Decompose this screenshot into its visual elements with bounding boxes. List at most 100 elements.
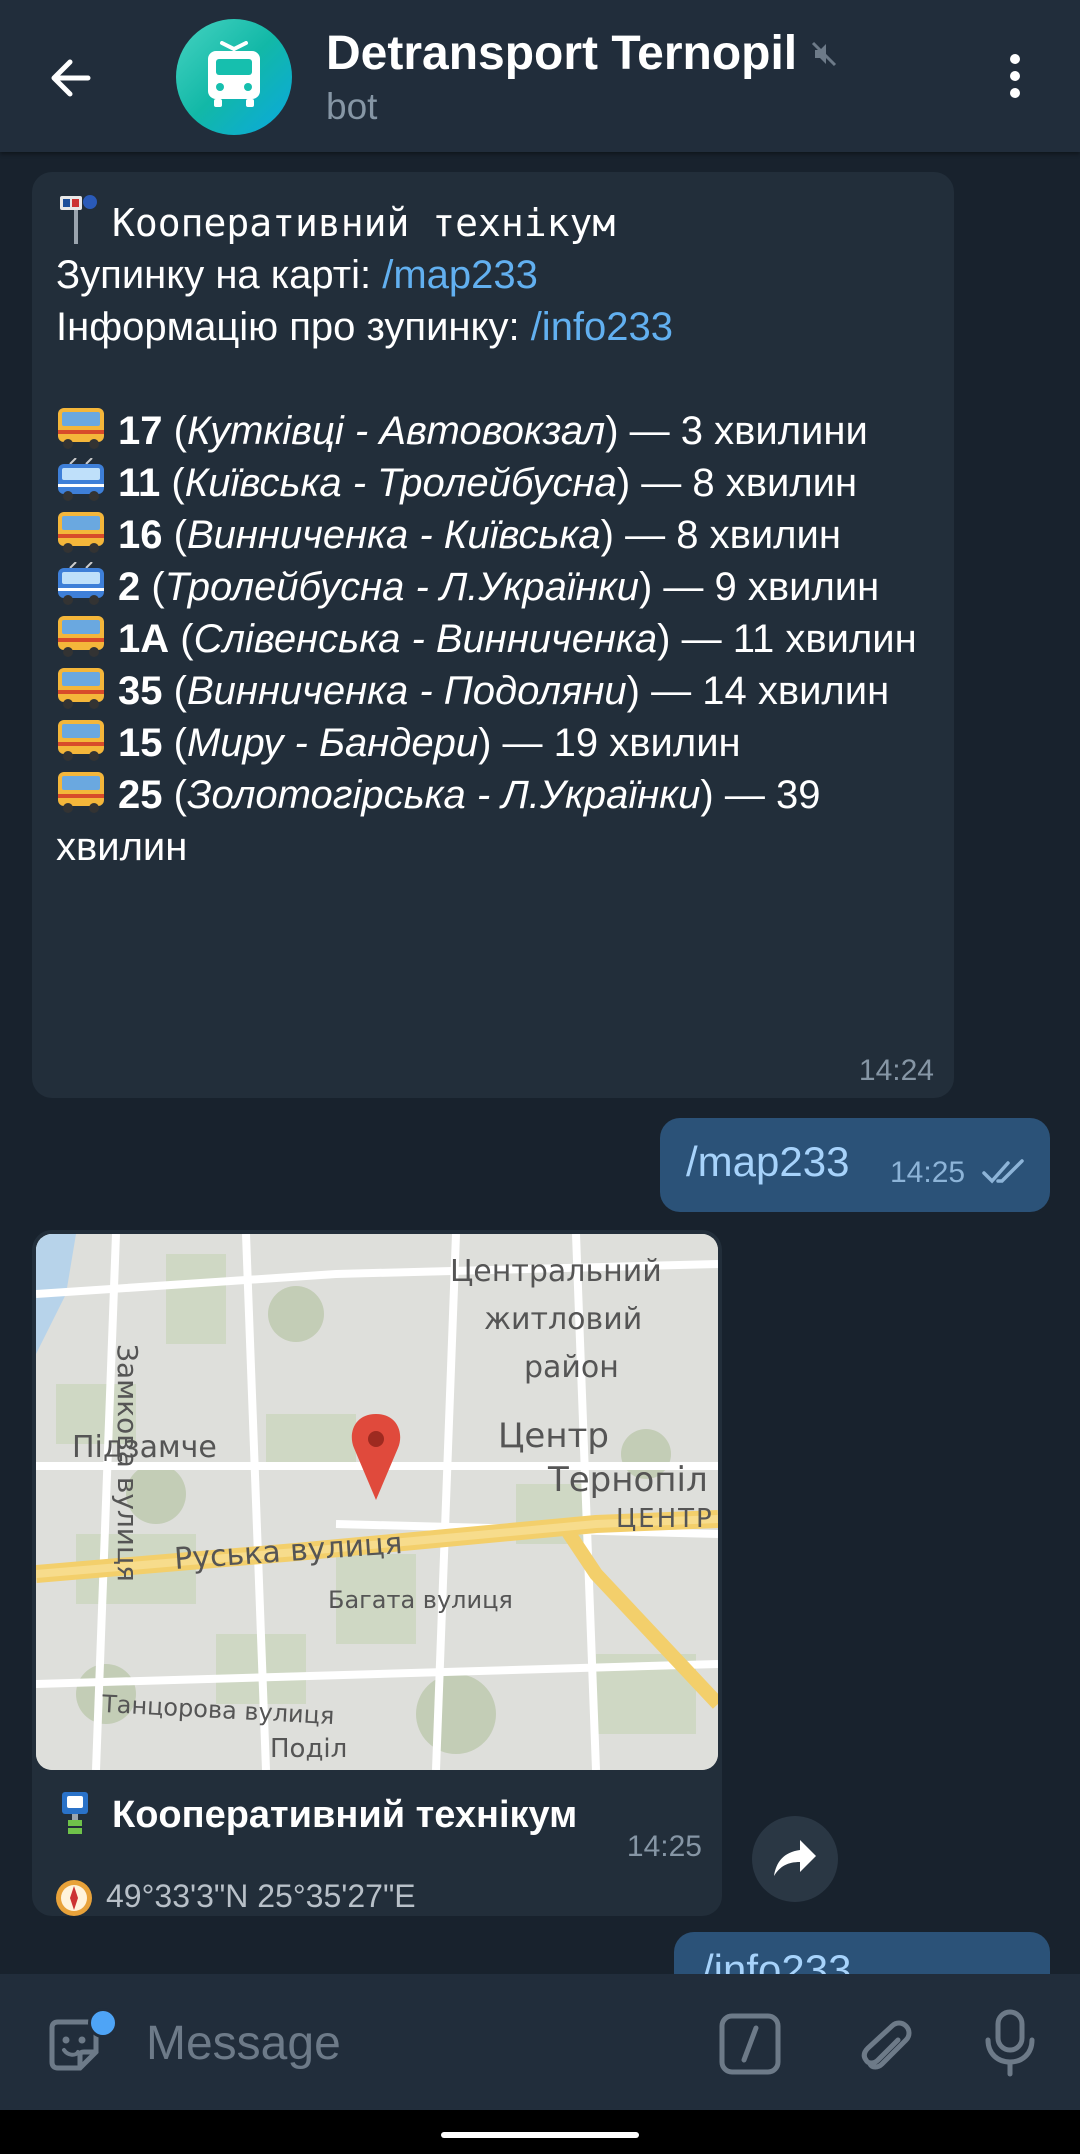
route-paren: ) [626,669,640,713]
share-arrow-icon [774,1840,816,1876]
trolleybus-icon [58,562,104,605]
chat-title-row[interactable]: Detransport Ternopil [326,26,839,81]
bus-icon [58,668,104,709]
location-message[interactable]: Центральний житловий район Замкова вулиц… [32,1230,722,1916]
route-paren: ) [600,513,614,557]
message-time: 14:24 [858,1054,934,1087]
share-button[interactable] [752,1816,838,1902]
back-button[interactable] [40,46,104,110]
outgoing-message[interactable]: /info233 [674,1932,1050,1974]
outgoing-message[interactable]: /map233 14:25 [660,1118,1050,1212]
dot-icon [1010,88,1020,98]
message-text: /info233 [702,1946,852,1974]
route-name: Винниченка - Подоляни [186,669,627,713]
message-content: Кооперативний технікум Зупинку на карті:… [56,194,934,873]
message-time: 14:25 [626,1830,702,1863]
map-label: Центральний [450,1254,662,1289]
map-preview[interactable]: Центральний житловий район Замкова вулиц… [36,1234,718,1770]
notification-dot [88,2008,118,2038]
bot-commands-button[interactable] [718,2012,782,2076]
route-number: 2 [118,565,141,609]
map-line: Зупинку на карті: /map233 [56,249,934,301]
route-paren: ( [162,773,187,817]
info-line: Інформацію про зупинку: /info233 [56,301,934,353]
route-eta: — 14 хвилин [640,669,890,713]
stop-name: Кооперативний технікум [112,201,616,245]
map-label: Тернопіл [548,1460,708,1500]
route-number: 15 [118,721,163,765]
route-name: Київська - Тролейбусна [184,461,617,505]
map-label: житловий [484,1302,643,1337]
route-line: 2 (Тролейбусна - Л.Українки) — 9 хвилин [56,561,934,613]
message-time: 14:25 [890,1156,966,1189]
info-command-link[interactable]: /info233 [531,305,673,349]
arrow-left-icon [51,59,91,97]
route-line: 25 (Золотогірська - Л.Українки) — 39 хви… [56,769,934,873]
route-paren: ) [657,617,671,661]
route-line: 11 (Київська - Тролейбусна) — 8 хвилин [56,457,934,509]
route-paren: ) [700,773,714,817]
map-command-link[interactable]: /map233 [382,253,538,297]
route-number: 16 [118,513,163,557]
info-label: Інформацію про зупинку: [56,305,531,349]
bus-avatar-icon [208,41,260,107]
route-eta: — 8 хвилин [613,513,841,557]
route-eta: — 11 хвилин [670,617,917,661]
chat-area[interactable]: Кооперативний технікум Зупинку на карті:… [0,152,1080,1974]
bus-icon [58,512,104,553]
location-name: Кооперативний технікум [112,1793,578,1836]
system-navigation-bar [0,2110,1080,2154]
route-number: 35 [118,669,163,713]
route-paren: ( [162,513,187,557]
route-name: Слівенська - Винниченка [193,617,658,661]
chat-title: Detransport Ternopil [326,27,798,80]
route-line: 35 (Винниченка - Подоляни) — 14 хвилин [56,665,934,717]
route-name: Миру - Бандери [186,721,479,765]
chat-subtitle: bot [326,86,378,127]
attach-button[interactable] [852,2012,916,2076]
routes-list: 17 (Кутківці - Автовокзал) — 3 хвилини 11… [56,405,934,873]
route-paren: ( [160,461,185,505]
route-line: 16 (Винниченка - Київська) — 8 хвилин [56,509,934,561]
avatar[interactable] [176,19,292,135]
route-line: 1А (Слівенська - Винниченка) — 11 хвилин [56,613,934,665]
voice-record-button[interactable] [980,2008,1040,2078]
map-label: ЦЕНТР [616,1504,714,1534]
route-number: 11 [118,461,161,505]
mute-icon [812,41,837,66]
bus-icon [58,616,104,657]
map-label: Зупинку на карті: [56,253,383,297]
route-line: 17 (Кутківці - Автовокзал) — 3 хвилини [56,405,934,457]
route-eta: — 3 хвилини [618,409,868,453]
route-number: 25 [118,773,163,817]
route-paren: ( [169,617,194,661]
route-paren: ( [162,409,187,453]
route-paren: ) [478,721,492,765]
route-number: 1А [118,617,170,661]
bus-icon [58,408,104,449]
stop-title-line: Кооперативний технікум [56,194,934,249]
more-options-button[interactable] [1000,50,1030,106]
bus-stop-icon [60,195,97,244]
bus-icon [58,772,104,813]
bus-stop-icon [62,1792,88,1834]
location-title: Кооперативний технікум [60,1790,577,1840]
map-label: Багата вулиця [328,1586,513,1614]
chat-header: Detransport Ternopil bot [0,0,1080,152]
map-label: район [524,1350,619,1385]
route-paren: ) [638,565,653,609]
route-name: Золотогірська - Л.Українки [186,773,701,817]
microphone-icon [985,2009,1035,2077]
dot-icon [1010,54,1020,64]
incoming-message[interactable]: Кооперативний технікум Зупинку на карті:… [32,172,954,1098]
route-name: Тролейбусна - Л.Українки [164,565,639,609]
map-label: Центр [498,1416,609,1456]
message-input[interactable] [144,2012,688,2074]
route-paren: ( [162,669,187,713]
double-check-icon [982,1159,1024,1184]
route-number: 17 [118,409,163,453]
route-eta: — 19 хвилин [491,721,741,765]
route-paren: ( [162,721,187,765]
home-gesture-handle[interactable] [441,2132,639,2138]
